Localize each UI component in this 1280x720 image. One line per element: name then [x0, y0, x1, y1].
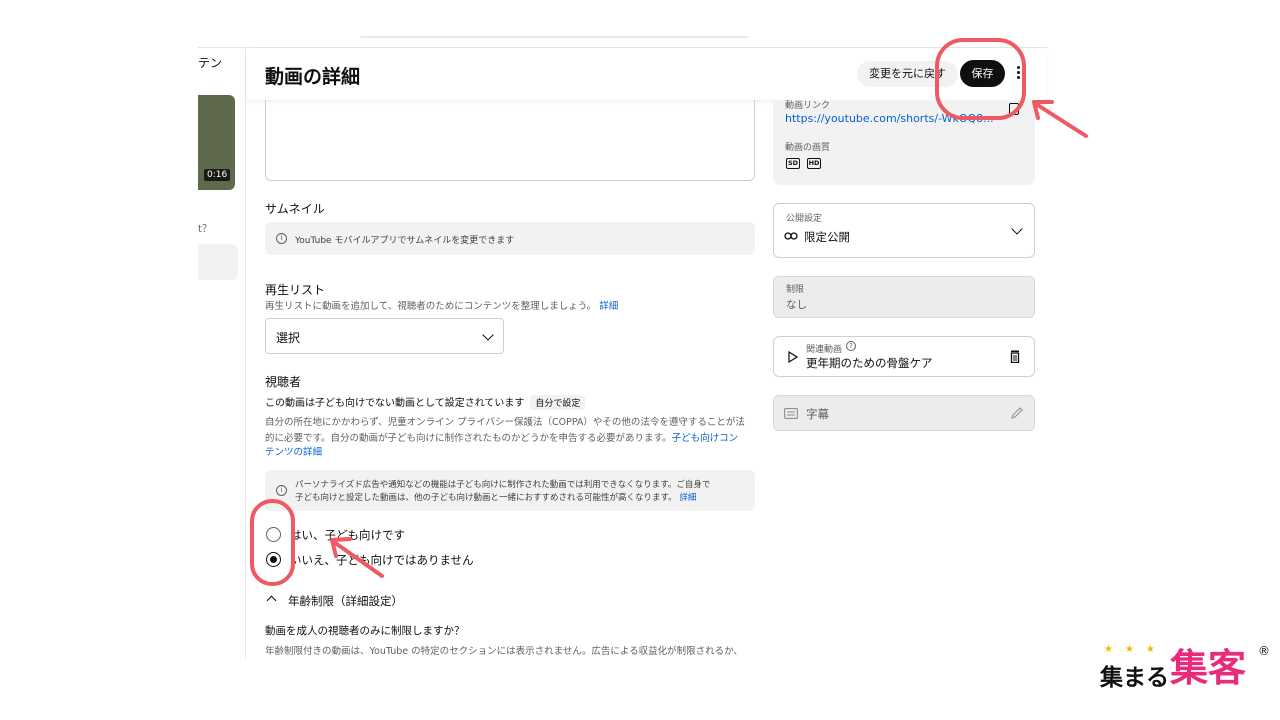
left-tab-fragment[interactable]: テン: [198, 54, 222, 71]
related-video-value: 更年期のための骨盤ケア: [806, 356, 933, 370]
audience-status-text: この動画は子ども向けでない動画として設定されています: [265, 398, 525, 409]
annotation-arrow-radio: [330, 537, 384, 578]
age-question: 動画を成人の視聴者のみに制限しますか？: [265, 625, 465, 637]
thumbnail-duration: 0:16: [204, 169, 231, 181]
visibility-value: 限定公開: [804, 230, 850, 244]
audience-heading: 視聴者: [265, 375, 302, 389]
visibility-select[interactable]: 公開設定 限定公開: [773, 203, 1035, 258]
audience-desc-line1: 自分の所在地にかかわらず、児童オンライン プライバシー保護法（COPPA）やその…: [265, 417, 745, 428]
top-search-edge: [360, 36, 748, 38]
hd-badge: HD: [807, 158, 821, 169]
playlist-description: 再生リストに動画を追加して、視聴者のためにコンテンツを整理しましょう。 詳細: [265, 298, 618, 312]
audience-desc-line2-text: 的に必要です。自分の動画が子ども向けに制作されたものかどうかを申告する必要があり…: [265, 433, 672, 444]
brand-stars: ★★★: [1104, 644, 1167, 655]
notice-line2: 子ども向けと設定した動画は、他の子ども向け動画と一緒におすすめされる可能性が高く…: [295, 491, 696, 503]
subtitles-icon: [784, 408, 798, 419]
help-icon[interactable]: ?: [846, 341, 856, 351]
link-icon: [784, 232, 798, 240]
playlist-desc-text: 再生リストに動画を追加して、視聴者のためにコンテンツを整理しましょう。: [265, 301, 597, 312]
kids-content-link-cont[interactable]: テンツの詳細: [265, 444, 322, 458]
playlist-details-link[interactable]: 詳細: [599, 301, 618, 312]
restrictions-label: 制限: [786, 285, 805, 295]
playlist-select-value: 選択: [276, 331, 301, 345]
brand-registered-mark: ®: [1258, 644, 1270, 658]
chevron-down-icon: [1011, 223, 1023, 235]
brand-text-small: 集まる: [1100, 665, 1169, 691]
annotation-arrow-save: [1032, 100, 1088, 138]
chevron-up-icon: [266, 595, 277, 606]
restrictions-field: 制限 なし: [773, 276, 1035, 318]
audience-notice-box: i パーソナライズド広告や通知などの機能は子ども向けに制作された動画では利用でき…: [265, 470, 755, 511]
video-link-label: 動画リンク: [785, 101, 831, 111]
annotation-ring-radio: [250, 499, 295, 586]
status-badge: 自分で設定: [530, 395, 586, 410]
play-icon: [788, 351, 798, 363]
restrictions-value: なし: [786, 299, 807, 311]
audience-desc-line2: 的に必要です。自分の動画が子ども向けに制作されたものかどうかを申告する必要があり…: [265, 430, 738, 444]
playlist-heading: 再生リスト: [265, 283, 326, 297]
video-quality-label: 動画の画質: [785, 143, 831, 153]
dialog-header: 動画の詳細 変更を元に戻す 保存: [247, 48, 1047, 100]
trash-icon[interactable]: [1010, 350, 1020, 363]
info-icon: i: [276, 485, 287, 496]
related-video-label: 関連動画: [806, 345, 843, 355]
captions-field[interactable]: 字幕: [773, 395, 1035, 431]
description-textarea[interactable]: [265, 100, 755, 181]
sd-badge: SD: [786, 158, 800, 169]
chevron-down-icon: [482, 329, 494, 341]
kids-content-link[interactable]: 子ども向けコン: [672, 433, 739, 444]
screenshot-stage: テン 0:16 t？ 動画の詳細 変更を元に戻す 保存 サムネイル i YouT…: [0, 0, 1280, 720]
page-title: 動画の詳細: [265, 66, 361, 88]
related-video-field[interactable]: 関連動画 ? 更年期のための骨盤ケア: [773, 336, 1035, 377]
captions-label: 字幕: [806, 407, 829, 421]
notice-line2-text: 子ども向けと設定した動画は、他の子ども向け動画と一緒におすすめされる可能性が高く…: [295, 493, 677, 503]
notice-line1: パーソナライズド広告や通知などの機能は子ども向けに制作された動画では利用できなく…: [295, 480, 711, 490]
left-panel-card[interactable]: [198, 244, 238, 280]
left-question-fragment: t？: [198, 224, 212, 235]
notice-details-link[interactable]: 詳細: [679, 493, 696, 503]
playlist-select[interactable]: 選択: [265, 318, 504, 354]
audience-status: この動画は子ども向けでない動画として設定されています 自分で設定: [265, 394, 586, 410]
age-desc: 年齢制限付きの動画は、YouTube の特定のセクションには表示されません。広告…: [265, 646, 743, 657]
left-panel: テン 0:16 t？: [198, 48, 246, 658]
brand-logo: ★★★ 集まる 集客 ®: [1100, 644, 1272, 694]
thumbnail-heading: サムネイル: [265, 202, 325, 216]
visibility-label: 公開設定: [786, 214, 823, 224]
info-icon: i: [276, 233, 287, 244]
thumbnail-info-box: i YouTube モバイルアプリでサムネイルを変更できます: [265, 222, 755, 255]
annotation-ring-save: [935, 38, 1026, 120]
edit-icon[interactable]: [1010, 406, 1024, 420]
brand-text-large: 集客: [1170, 646, 1247, 690]
thumbnail-info-text: YouTube モバイルアプリでサムネイルを変更できます: [295, 236, 515, 246]
age-restriction-label: 年齢制限（詳細設定）: [288, 594, 403, 608]
